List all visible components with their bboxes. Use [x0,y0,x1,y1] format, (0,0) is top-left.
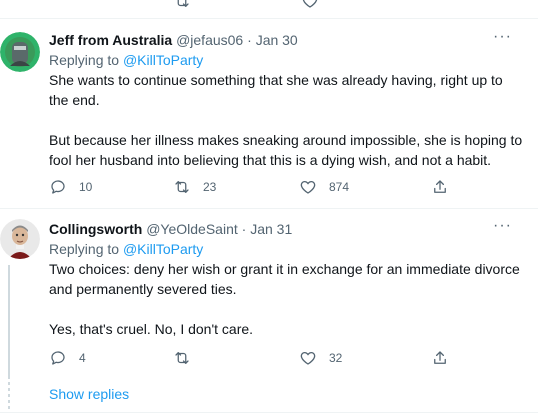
replying-to-link[interactable]: @KillToParty [123,241,203,257]
retweet-icon [175,352,189,364]
tweet-actions: 4 32 [49,347,469,369]
reply-button[interactable]: 4 [49,347,86,369]
share-button[interactable] [431,347,449,369]
retweet-count: 23 [203,180,217,194]
tweet-actions: 10 23 874 [49,176,469,198]
display-name[interactable]: Jeff from Australia [49,32,172,48]
share-icon [434,351,446,364]
tweet-paragraph: Yes, that's cruel. No, I don't care. [49,321,254,337]
avatar[interactable] [0,219,40,259]
tweet-date[interactable]: Jan 30 [256,32,298,48]
retweet-icon [175,181,189,193]
retweet-button[interactable]: 23 [173,176,216,198]
like-count: 32 [329,351,343,365]
display-name[interactable]: Collingsworth [49,221,142,237]
reply-icon [51,180,65,194]
replying-to: Replying to @KillToParty [49,239,526,259]
tweet-header: Collingsworth @YeOldeSaint · Jan 31 [49,219,526,239]
thread-line [8,265,10,379]
tweet-text: She wants to continue something that she… [49,70,526,170]
tweet-paragraph: She wants to continue something that she… [49,72,503,108]
handle[interactable]: @YeOldeSaint [146,221,238,237]
show-replies-link[interactable]: Show replies [49,386,129,402]
previous-tweet-actions [0,0,538,19]
reply-count: 10 [79,180,93,194]
divider [0,208,538,209]
like-button[interactable]: 874 [299,176,349,198]
avatar[interactable] [0,32,40,72]
tweet-text: Two choices: deny her wish or grant it i… [49,259,526,339]
share-icon [434,180,446,193]
share-button[interactable] [431,176,449,198]
like-button[interactable]: 32 [299,347,342,369]
divider [0,412,538,413]
like-count: 874 [329,180,350,194]
tweet-paragraph: Two choices: deny her wish or grant it i… [49,261,520,297]
tweet-header: Jeff from Australia @jefaus06 · Jan 30 [49,30,526,50]
thread-line-dotted [8,382,10,410]
replying-to: Replying to @KillToParty [49,50,526,70]
like-icon[interactable] [301,0,319,10]
tweet[interactable]: Collingsworth @YeOldeSaint · Jan 31 ··· … [0,218,538,379]
separator: · [247,32,252,48]
handle[interactable]: @jefaus06 [176,32,243,48]
more-icon[interactable]: ··· [493,218,512,234]
separator: · [241,221,247,237]
like-icon [300,351,316,365]
reply-button[interactable]: 10 [49,176,92,198]
retweet-button[interactable] [173,347,203,369]
more-icon[interactable]: ··· [493,29,512,45]
tweet-date[interactable]: Jan 31 [250,221,292,237]
like-icon [300,180,316,194]
reply-icon [51,351,65,365]
retweet-icon[interactable] [173,0,191,10]
tweet[interactable]: Jeff from Australia @jefaus06 · Jan 30 ·… [0,29,538,208]
replying-to-label: Replying to [49,241,120,257]
replying-to-link[interactable]: @KillToParty [123,52,203,68]
replying-to-label: Replying to [49,52,120,68]
reply-count: 4 [79,351,86,365]
tweet-paragraph: But because her illness makes sneaking a… [49,132,523,168]
